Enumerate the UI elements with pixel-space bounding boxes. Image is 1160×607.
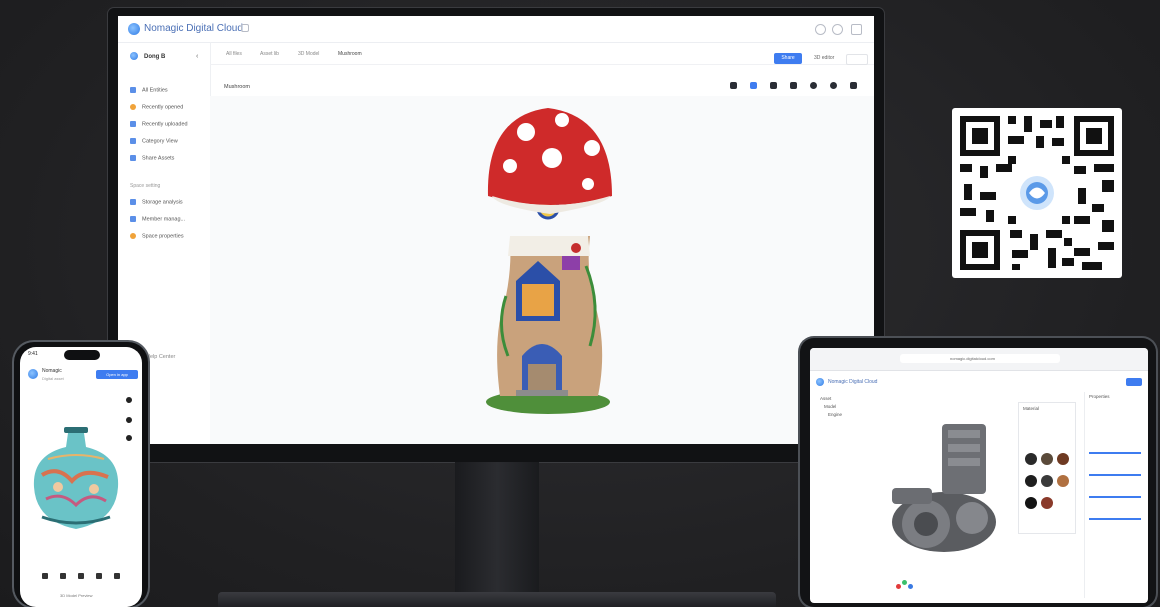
slider-2[interactable] [1089,474,1141,476]
workspace-icon [130,52,138,60]
help-center-link[interactable]: Help Center [146,354,175,360]
chevron-left-icon[interactable]: ‹ [196,53,198,60]
download-icon[interactable] [60,573,66,579]
workspace-name[interactable]: Dong B [144,54,165,60]
slider-3[interactable] [1089,496,1141,498]
tablet-logo-icon [816,378,824,386]
avatar[interactable] [851,24,862,35]
tree-item-0[interactable]: Asset [820,396,831,401]
tree-item-1[interactable]: Model [824,404,836,409]
sidebar-section-label: Space setting [130,183,161,189]
material-swatch-2[interactable] [1041,453,1053,465]
users-icon [130,216,136,222]
material-swatch-7[interactable] [1025,497,1037,509]
folder-icon [130,87,136,93]
measure-icon[interactable] [750,82,757,89]
home-icon[interactable] [241,24,249,32]
properties-panel: Properties [1084,392,1145,598]
material-panel: Material [1018,402,1076,534]
app-title: Nomagic Digital Cloud [144,23,243,34]
mobile-logo-icon [28,369,38,379]
sidebar-item-all-entities[interactable]: All Entities [130,87,168,93]
tablet-share-button[interactable] [1126,378,1142,386]
zoom-icon[interactable] [126,397,132,403]
material-swatch-6[interactable] [1057,475,1069,487]
viewer-title: Mushroom [224,84,250,90]
engine-model[interactable] [882,414,1012,564]
3d-viewport[interactable] [210,96,874,444]
tablet-app-screen: nomagic.digitalcloud.com Nomagic Digital… [810,348,1148,603]
material-swatch-8[interactable] [1041,497,1053,509]
sidebar-item-share-assets[interactable]: Share Assets [130,155,174,161]
material-swatch-1[interactable] [1025,453,1037,465]
material-swatch-5[interactable] [1041,475,1053,487]
breadcrumb-2[interactable]: 3D Model [298,51,319,57]
download-icon[interactable] [850,82,857,89]
axis-y-icon [902,580,907,585]
app-header: Nomagic Digital Cloud [118,16,874,43]
qr-code [952,108,1122,278]
reset-view-icon[interactable] [126,435,132,441]
editor-button[interactable]: 3D editor [814,53,834,64]
monitor-stand [455,462,539,592]
help-icon[interactable] [832,24,843,35]
gear-icon [130,233,136,239]
grid-icon [130,138,136,144]
light-icon[interactable] [770,82,777,89]
mobile-bottom-label: 3D Model Preview [60,593,93,598]
breadcrumb-current: Mushroom [338,51,362,57]
material-swatch-4[interactable] [1025,475,1037,487]
status-bar: 9:41 [28,351,38,357]
fullscreen-icon[interactable] [114,573,120,579]
chart-icon [130,199,136,205]
slider-1[interactable] [1089,452,1141,454]
fullscreen-icon[interactable] [730,82,737,89]
axis-x-icon [896,584,901,589]
share-icon [130,155,136,161]
app-logo-icon [128,23,140,35]
mushroom-house-model [486,108,612,414]
monitor-base [218,592,776,607]
mobile-title: Nomagic [42,368,62,374]
qr-code-icon [960,116,1114,270]
upload-icon [130,121,136,127]
sidebar-item-recently-opened[interactable]: Recently opened [130,104,183,110]
tablet-title: Nomagic Digital Cloud [828,379,878,385]
mobile-app-screen: 9:41 Nomagic Digital asset Open in app 3… [20,347,142,607]
address-bar[interactable]: nomagic.digitalcloud.com [900,354,1060,363]
camera-icon[interactable] [42,573,48,579]
breadcrumb-1[interactable]: Asset lib [260,51,279,57]
phone-notch [64,350,100,360]
layers-icon[interactable] [790,82,797,89]
material-swatch-3[interactable] [1057,453,1069,465]
ar-icon[interactable] [78,573,84,579]
mobile-subtitle: Digital asset [42,376,64,381]
info-icon[interactable] [810,82,817,89]
axis-z-icon [908,584,913,589]
settings-icon[interactable] [830,82,837,89]
share-icon[interactable] [96,573,102,579]
properties-panel-title: Properties [1089,394,1110,399]
sidebar-item-storage[interactable]: Storage analysis [130,199,183,205]
more-button[interactable] [846,54,868,65]
tree-item-2[interactable]: Engine [828,412,842,417]
sidebar-item-members[interactable]: Member manag... [130,216,185,222]
url-text: nomagic.digitalcloud.com [950,356,995,361]
open-in-app-button[interactable]: Open in app [96,370,138,379]
bell-icon[interactable] [815,24,826,35]
material-panel-title: Material [1023,406,1040,411]
sidebar-item-recently-uploaded[interactable]: Recently uploaded [130,121,188,127]
sidebar-item-category-view[interactable]: Category View [130,138,178,144]
share-button[interactable]: Share [774,53,802,64]
breadcrumb-0[interactable]: All files [226,51,242,57]
vase-model[interactable] [28,425,124,535]
rotate-icon[interactable] [126,417,132,423]
slider-4[interactable] [1089,518,1141,520]
desktop-app-window: Nomagic Digital Cloud Dong B ‹ All Entit… [118,16,874,444]
clock-icon [130,104,136,110]
sidebar-item-properties[interactable]: Space properties [130,233,184,239]
